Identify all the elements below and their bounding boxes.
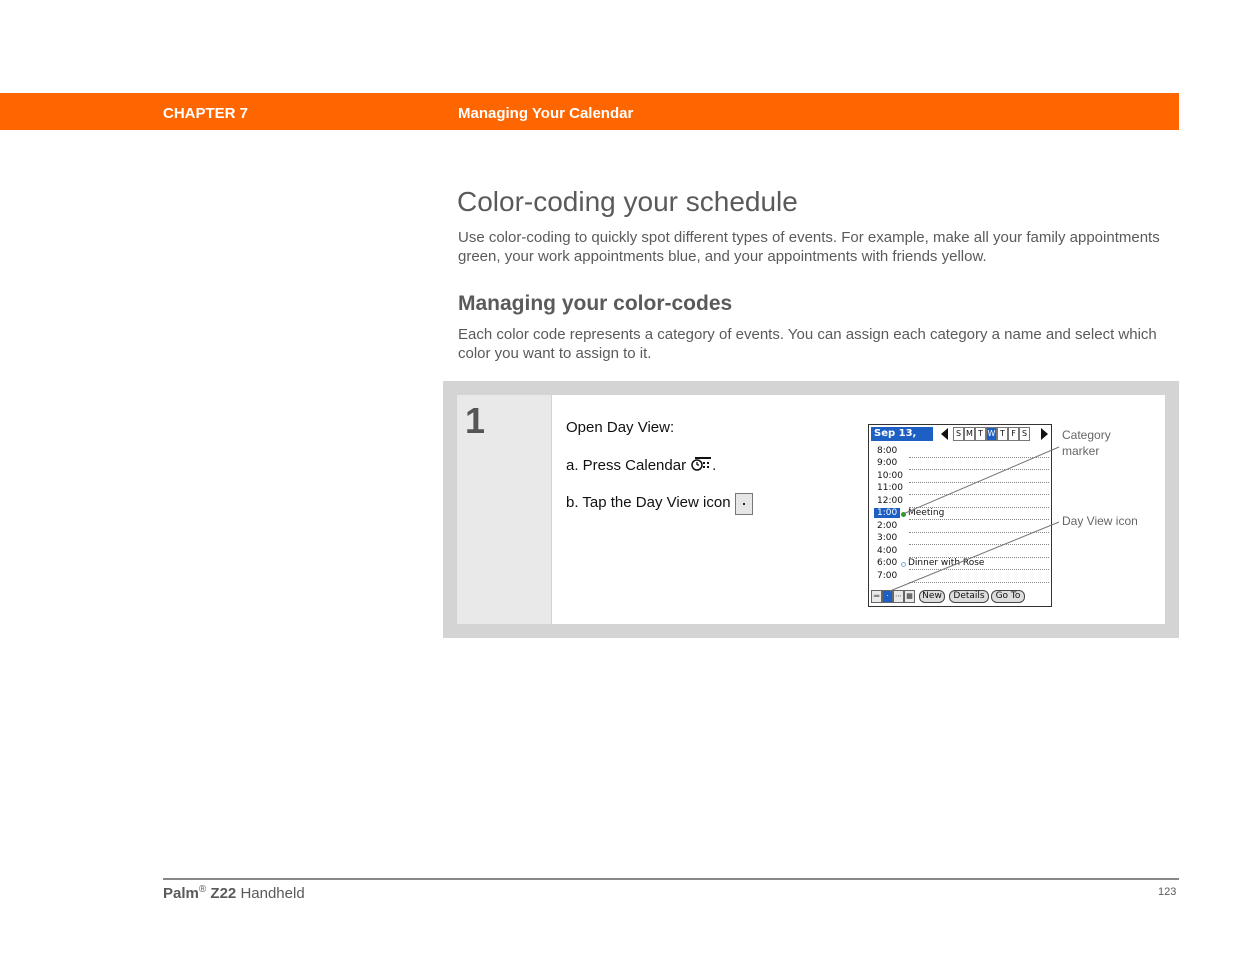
- footer-brand: Palm: [163, 885, 199, 902]
- footer-registered-mark: ®: [198, 884, 207, 895]
- callout-leader-lines: [889, 446, 1060, 592]
- footer-rule: [163, 878, 1179, 880]
- footer-product-name: Handheld: [240, 885, 305, 902]
- footer-product: Palm® Z22 Handheld: [163, 884, 305, 902]
- footer-model: Z22: [210, 885, 237, 902]
- page-number: 123: [1158, 886, 1177, 898]
